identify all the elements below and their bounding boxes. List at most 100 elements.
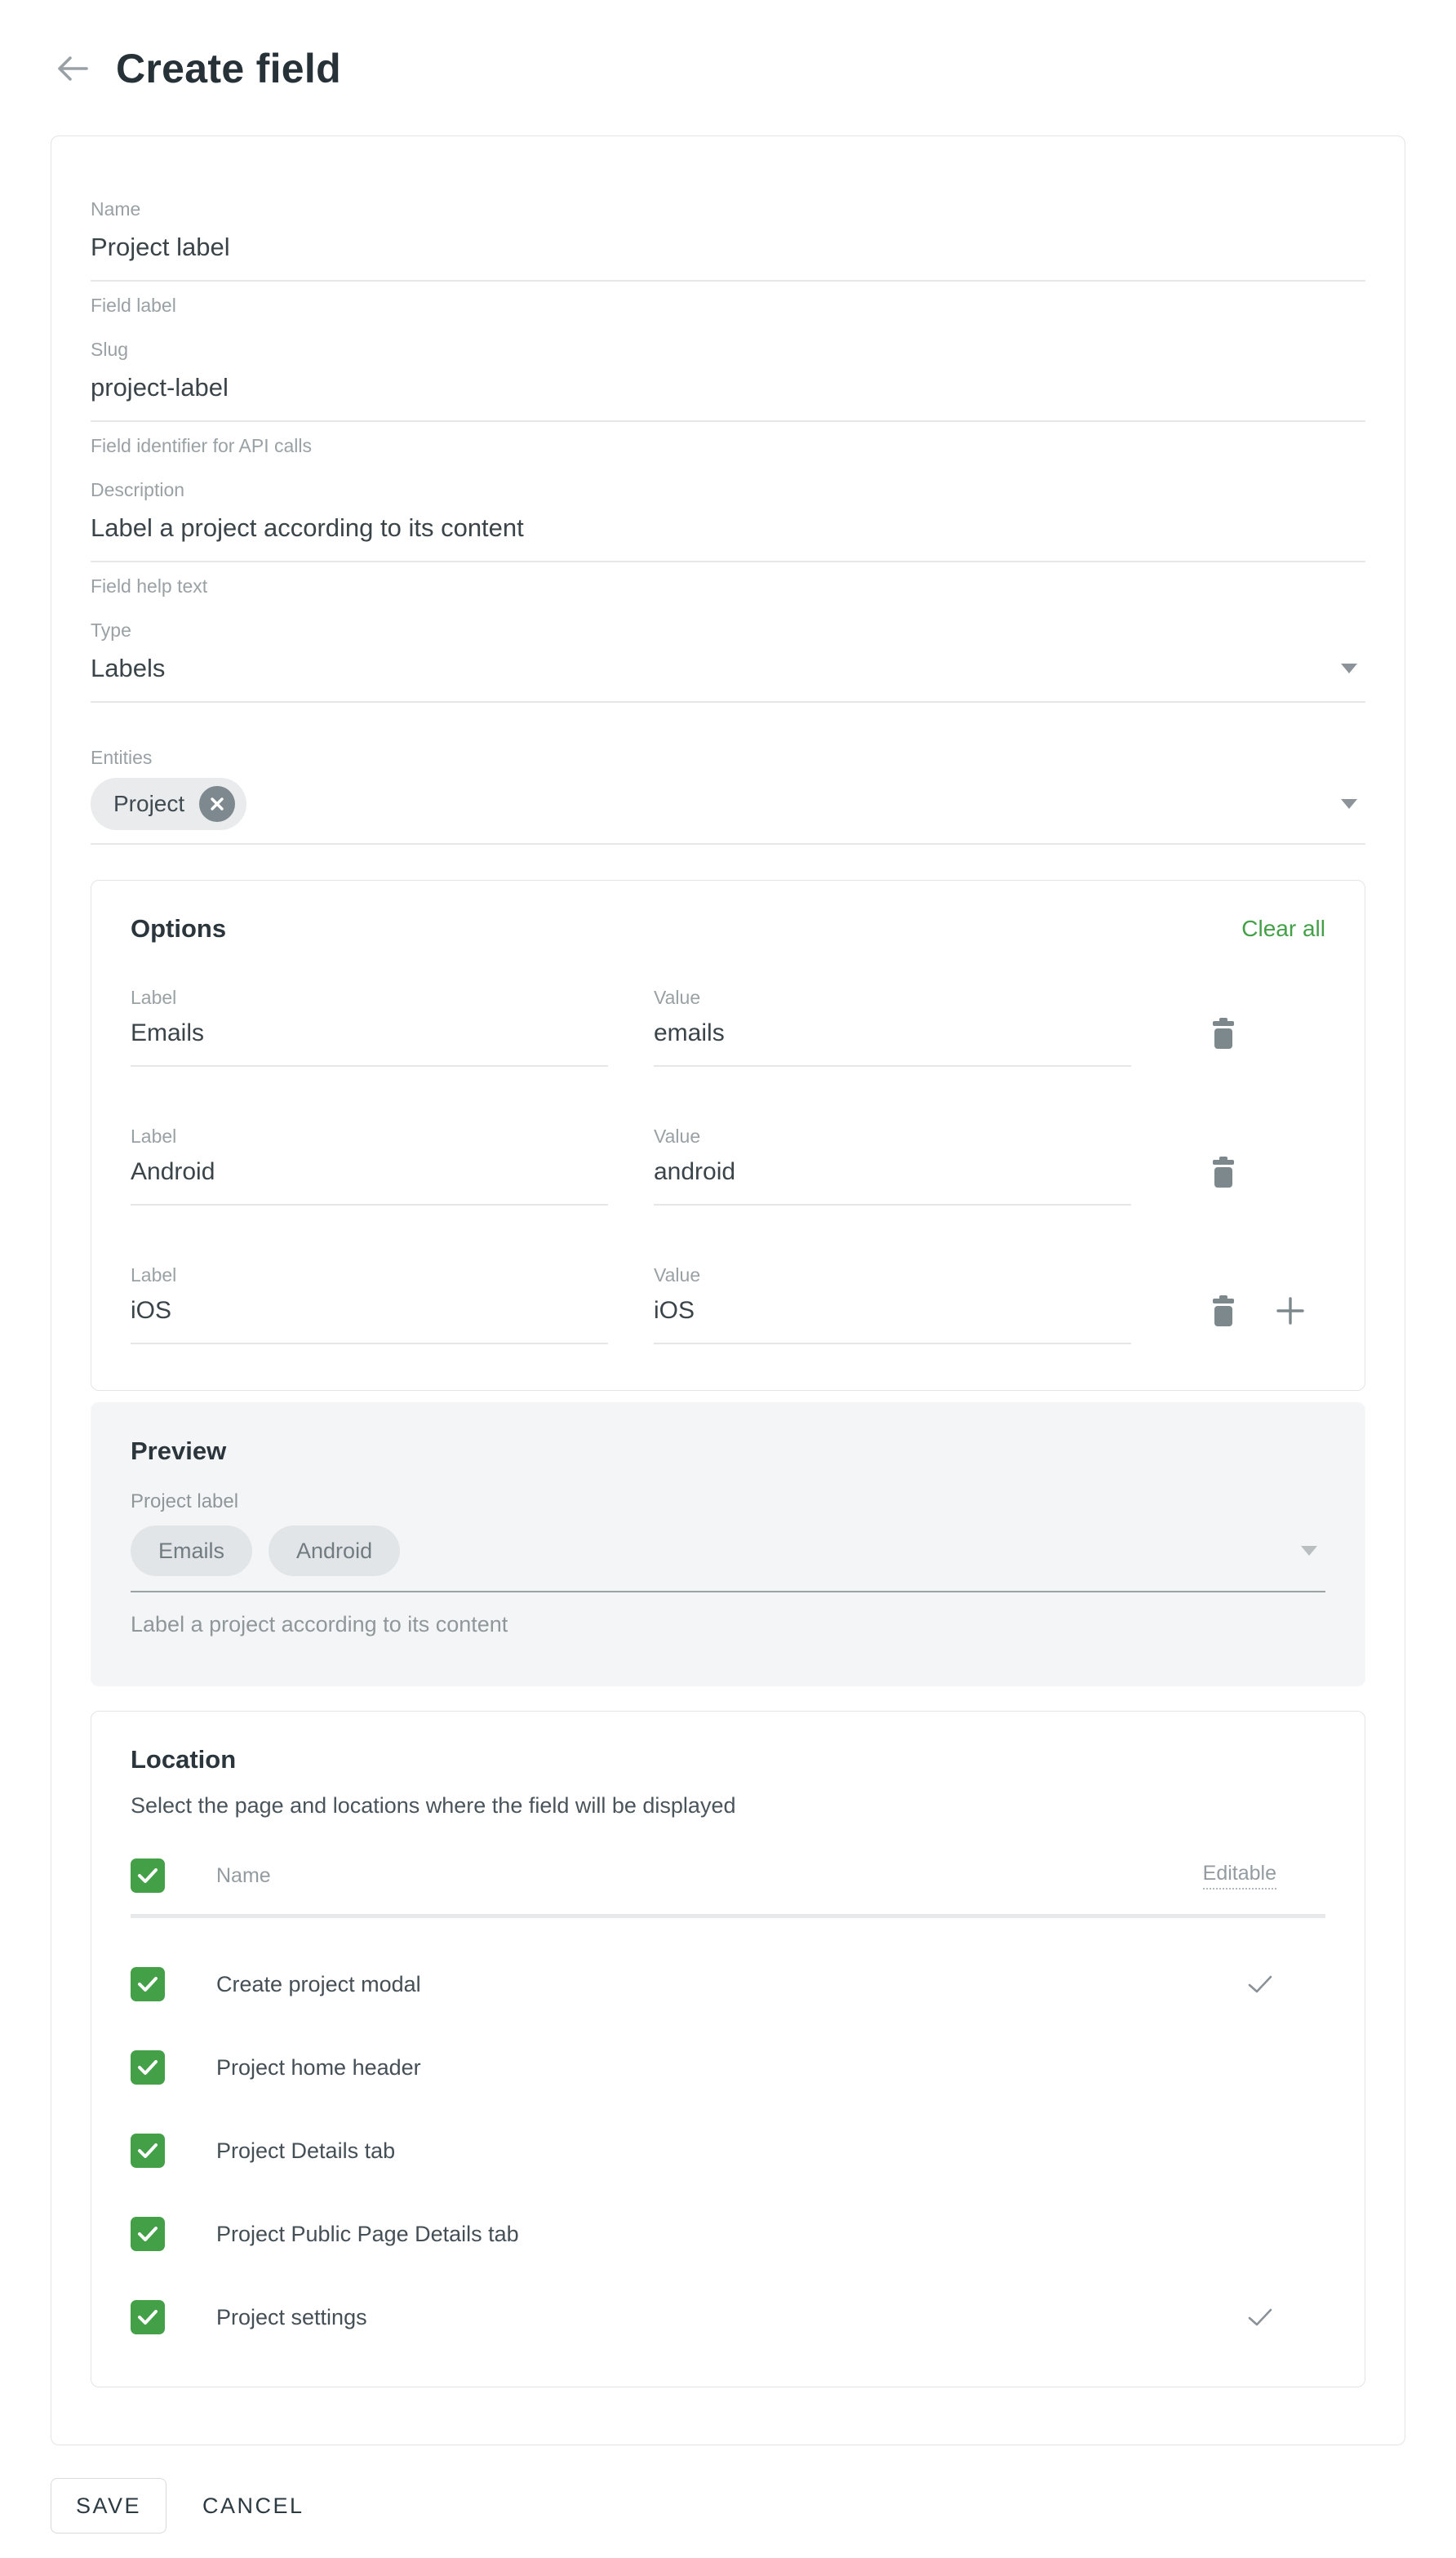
- option-label-col: Label iOS: [131, 1263, 608, 1344]
- location-header-row: Name Editable: [131, 1859, 1325, 1893]
- trash-icon: [1213, 1157, 1234, 1188]
- entity-chip-label: Project: [113, 791, 184, 817]
- checkbox-checked-icon: [137, 1867, 158, 1884]
- option-value-input[interactable]: iOS: [654, 1287, 1131, 1344]
- option-value-input[interactable]: emails: [654, 1010, 1131, 1067]
- caret-down-icon: [1341, 664, 1357, 673]
- location-row: Project settings: [131, 2300, 1325, 2334]
- location-subtitle: Select the page and locations where the …: [131, 1792, 1325, 1819]
- type-label: Type: [91, 618, 1365, 642]
- cancel-button[interactable]: CANCEL: [194, 2494, 313, 2519]
- option-value-caption: Value: [654, 985, 1131, 1010]
- trash-icon: [1213, 1018, 1234, 1049]
- location-checkbox[interactable]: [131, 2134, 165, 2168]
- option-value-input[interactable]: android: [654, 1148, 1131, 1206]
- name-input[interactable]: Project label: [91, 221, 1365, 282]
- location-checkbox[interactable]: [131, 1967, 165, 2001]
- column-header-editable: Editable: [1203, 1862, 1276, 1890]
- location-row-label: Project settings: [216, 2305, 367, 2330]
- editable-check-icon: [1247, 1974, 1273, 1994]
- name-field: Name Project label Field label: [91, 197, 1365, 318]
- entities-field: Entities Project: [91, 745, 1365, 845]
- location-title: Location: [131, 1744, 1325, 1775]
- type-value: Labels: [91, 652, 165, 685]
- page-header: Create field: [0, 0, 1456, 91]
- preview-helper: Label a project according to its content: [131, 1610, 1325, 1638]
- save-button[interactable]: SAVE: [51, 2478, 166, 2534]
- option-row: Label iOS Value iOS: [131, 1263, 1325, 1344]
- location-checkbox[interactable]: [131, 2050, 165, 2085]
- option-value-col: Value android: [654, 1124, 1131, 1206]
- entity-chip: Project: [91, 778, 246, 830]
- preview-chip: Android: [269, 1525, 400, 1576]
- column-header-name: Name: [216, 1864, 271, 1888]
- preview-select[interactable]: Emails Android: [131, 1514, 1325, 1592]
- option-row-actions: [1213, 1018, 1234, 1067]
- name-label: Name: [91, 197, 1365, 221]
- location-table: Name Editable Create project modal: [131, 1859, 1325, 2334]
- options-header: Options Clear all: [131, 913, 1325, 944]
- select-all-checkbox[interactable]: [131, 1859, 165, 1893]
- option-label-caption: Label: [131, 1263, 608, 1287]
- option-label-col: Label Android: [131, 1124, 608, 1206]
- entities-select[interactable]: Project: [91, 770, 1365, 845]
- location-row: Project home header: [131, 2050, 1325, 2085]
- description-field: Description Label a project according to…: [91, 477, 1365, 598]
- location-row: Project Public Page Details tab: [131, 2217, 1325, 2251]
- preview-chip: Emails: [131, 1525, 252, 1576]
- option-label-caption: Label: [131, 985, 608, 1010]
- location-row-label: Project Public Page Details tab: [216, 2222, 519, 2247]
- location-checkbox[interactable]: [131, 2217, 165, 2251]
- option-value-caption: Value: [654, 1124, 1131, 1148]
- slug-field: Slug project-label Field identifier for …: [91, 337, 1365, 458]
- add-option-button[interactable]: [1276, 1297, 1304, 1325]
- option-label-input[interactable]: Android: [131, 1148, 608, 1206]
- option-label-input[interactable]: Emails: [131, 1010, 608, 1067]
- description-input[interactable]: Label a project according to its content: [91, 502, 1365, 562]
- page-title: Create field: [116, 46, 341, 91]
- description-helper: Field help text: [91, 574, 1365, 598]
- location-row-label: Project Details tab: [216, 2138, 395, 2164]
- slug-helper: Field identifier for API calls: [91, 433, 1365, 458]
- clear-all-button[interactable]: Clear all: [1241, 915, 1325, 943]
- type-field: Type Labels: [91, 618, 1365, 703]
- caret-down-icon: [1341, 799, 1357, 809]
- location-row: Project Details tab: [131, 2134, 1325, 2168]
- location-row-label: Create project modal: [216, 1972, 421, 1997]
- description-value: Label a project according to its content: [91, 512, 524, 544]
- trash-icon: [1213, 1295, 1234, 1326]
- remove-entity-button[interactable]: [199, 786, 235, 822]
- option-label-caption: Label: [131, 1124, 608, 1148]
- options-title: Options: [131, 913, 226, 944]
- location-panel: Location Select the page and locations w…: [91, 1711, 1365, 2387]
- delete-option-button[interactable]: [1213, 1295, 1234, 1326]
- checkbox-checked-icon: [137, 2143, 158, 2159]
- description-label: Description: [91, 477, 1365, 502]
- table-divider: [131, 1914, 1325, 1918]
- slug-label: Slug: [91, 337, 1365, 362]
- form-actions: SAVE CANCEL: [51, 2478, 1456, 2534]
- delete-option-button[interactable]: [1213, 1018, 1234, 1049]
- preview-title: Preview: [131, 1436, 1325, 1467]
- option-row: Label Android Value android: [131, 1124, 1325, 1206]
- name-value: Project label: [91, 231, 230, 264]
- entities-label: Entities: [91, 745, 1365, 770]
- checkbox-checked-icon: [137, 1976, 158, 1992]
- back-button[interactable]: [54, 50, 91, 87]
- editable-check-icon: [1247, 2307, 1273, 2327]
- location-checkbox[interactable]: [131, 2300, 165, 2334]
- arrow-left-icon: [56, 55, 89, 82]
- option-row-actions: [1213, 1157, 1234, 1206]
- checkbox-checked-icon: [137, 2226, 158, 2242]
- checkbox-checked-icon: [137, 2059, 158, 2076]
- plus-icon: [1276, 1297, 1304, 1325]
- location-row: Create project modal: [131, 1967, 1325, 2001]
- option-label-input[interactable]: iOS: [131, 1287, 608, 1344]
- option-row-actions: [1213, 1295, 1304, 1344]
- preview-panel: Preview Project label Emails Android Lab…: [91, 1402, 1365, 1686]
- close-icon: [209, 796, 225, 812]
- slug-input[interactable]: project-label: [91, 362, 1365, 422]
- delete-option-button[interactable]: [1213, 1157, 1234, 1188]
- slug-value: project-label: [91, 371, 229, 404]
- type-select[interactable]: Labels: [91, 642, 1365, 703]
